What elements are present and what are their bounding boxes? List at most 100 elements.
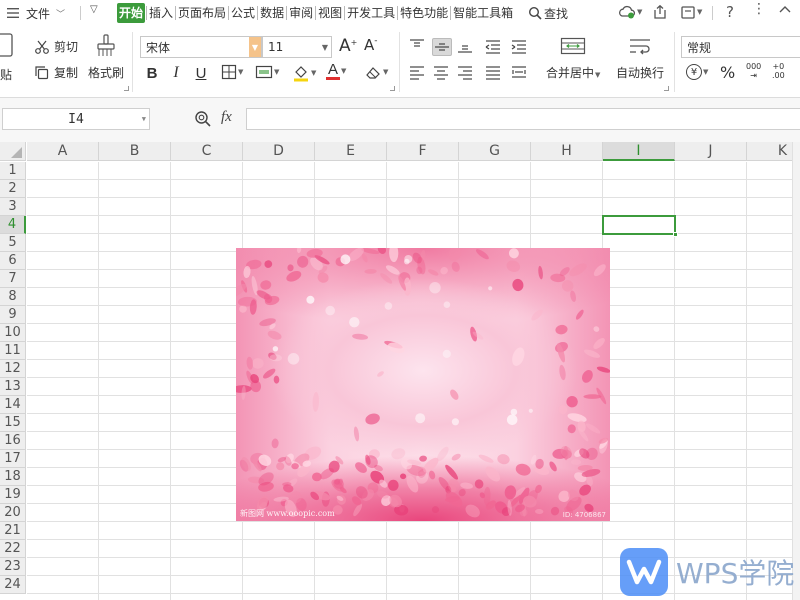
row-header-12[interactable]: 12 xyxy=(0,360,26,378)
row-header-22[interactable]: 22 xyxy=(0,540,26,558)
row-header-13[interactable]: 13 xyxy=(0,378,26,396)
collapse-ribbon-button[interactable] xyxy=(778,3,792,20)
column-header-a[interactable]: A xyxy=(27,142,99,161)
row-header-14[interactable]: 14 xyxy=(0,396,26,414)
row-header-4[interactable]: 4 xyxy=(0,216,26,234)
currency-button[interactable]: ¥ ▼ xyxy=(686,64,708,80)
vertical-scrollbar[interactable] xyxy=(792,142,800,600)
tab-9[interactable]: 智能工具箱 xyxy=(452,3,514,23)
tab-6[interactable]: 视图 xyxy=(317,3,343,23)
insert-function-button[interactable]: fx xyxy=(221,109,232,126)
active-cell[interactable] xyxy=(602,215,678,237)
row-header-1[interactable]: 1 xyxy=(0,162,26,180)
column-header-b[interactable]: B xyxy=(99,142,171,161)
clear-button[interactable]: ▼ xyxy=(364,64,388,80)
tab-0[interactable]: 开始 xyxy=(117,3,146,23)
zoom-formula-button[interactable] xyxy=(194,110,212,131)
help-button[interactable]: ? xyxy=(726,3,734,21)
column-header-j[interactable]: J xyxy=(675,142,747,161)
name-box[interactable]: I4 ▼ xyxy=(2,108,150,130)
number-format-select[interactable]: 常规 xyxy=(681,36,800,58)
fill-color-button[interactable]: ▼ xyxy=(292,64,316,82)
thousands-button[interactable]: 000 ⇥ xyxy=(746,62,761,80)
column-header-g[interactable]: G xyxy=(459,142,531,161)
row-header-20[interactable]: 20 xyxy=(0,504,26,522)
row-header-5[interactable]: 5 xyxy=(0,234,26,252)
formula-input[interactable] xyxy=(246,108,800,130)
percent-button[interactable]: % xyxy=(720,63,735,82)
indent-increase-button[interactable] xyxy=(510,38,528,54)
row-header-24[interactable]: 24 xyxy=(0,576,26,594)
dialog-launcher-icon[interactable] xyxy=(390,86,395,91)
chevron-down-icon[interactable]: ▼ xyxy=(142,115,146,123)
increase-font-button[interactable]: A + xyxy=(339,36,357,56)
row-header-2[interactable]: 2 xyxy=(0,180,26,198)
fill-handle[interactable] xyxy=(673,232,678,237)
column-header-c[interactable]: C xyxy=(171,142,243,161)
select-all-button[interactable] xyxy=(0,142,26,161)
bold-button[interactable]: B xyxy=(142,63,162,83)
file-menu-button[interactable]: 文件 ﹀ xyxy=(6,2,65,24)
merge-center-button[interactable]: 合并居中▼ xyxy=(546,36,600,81)
tab-2[interactable]: 页面布局 xyxy=(177,3,227,23)
share-button[interactable] xyxy=(652,4,668,23)
align-center-button[interactable] xyxy=(432,64,450,80)
border-button[interactable]: ▼ xyxy=(221,64,243,80)
format-painter-button[interactable]: 格式刷 xyxy=(88,34,124,81)
row-header-11[interactable]: 11 xyxy=(0,342,26,360)
align-bottom-button[interactable] xyxy=(456,38,474,54)
justify-button[interactable] xyxy=(484,64,502,80)
align-top-button[interactable] xyxy=(408,38,426,54)
column-header-d[interactable]: D xyxy=(243,142,315,161)
row-header-16[interactable]: 16 xyxy=(0,432,26,450)
dialog-launcher-icon[interactable] xyxy=(124,86,129,91)
align-middle-button[interactable] xyxy=(432,38,452,56)
tab-1[interactable]: 插入 xyxy=(148,3,174,23)
search-button[interactable]: 查找 xyxy=(528,2,568,24)
row-header-10[interactable]: 10 xyxy=(0,324,26,342)
font-size-select[interactable]: 11 ▼ xyxy=(262,36,332,58)
align-left-button[interactable] xyxy=(408,64,426,80)
cloud-sync-button[interactable]: ▼ xyxy=(618,4,642,20)
cell-style-button[interactable]: ▼ xyxy=(255,64,279,80)
font-color-button[interactable]: A ▼ xyxy=(326,62,346,80)
save-button[interactable]: ▼ xyxy=(680,4,702,20)
column-header-h[interactable]: H xyxy=(531,142,603,161)
more-button[interactable]: ⋮ xyxy=(752,1,766,17)
row-header-3[interactable]: 3 xyxy=(0,198,26,216)
decimal-increase-button[interactable]: +0 .00 xyxy=(772,62,785,80)
row-header-6[interactable]: 6 xyxy=(0,252,26,270)
cut-button[interactable]: 剪切 xyxy=(34,38,78,55)
tab-4[interactable]: 数据 xyxy=(259,3,285,23)
quick-access-dropdown[interactable]: ▽ xyxy=(90,4,98,15)
dialog-launcher-icon[interactable] xyxy=(664,86,669,91)
copy-button[interactable]: 复制 xyxy=(34,64,78,81)
inserted-picture[interactable]: 新图网 www.ooopic.com ID: 4706867 xyxy=(236,248,610,521)
column-header-e[interactable]: E xyxy=(315,142,387,161)
wrap-text-button[interactable]: 自动换行 xyxy=(616,36,664,81)
chevron-down-icon[interactable]: ▼ xyxy=(249,37,261,57)
row-header-19[interactable]: 19 xyxy=(0,486,26,504)
row-header-9[interactable]: 9 xyxy=(0,306,26,324)
row-header-18[interactable]: 18 xyxy=(0,468,26,486)
tab-7[interactable]: 开发工具 xyxy=(346,3,396,23)
tab-8[interactable]: 特色功能 xyxy=(399,3,449,23)
distribute-button[interactable] xyxy=(510,64,528,80)
row-header-23[interactable]: 23 xyxy=(0,558,26,576)
decrease-font-button[interactable]: A- xyxy=(364,36,378,54)
indent-decrease-button[interactable] xyxy=(484,38,502,54)
tab-5[interactable]: 审阅 xyxy=(288,3,314,23)
row-header-8[interactable]: 8 xyxy=(0,288,26,306)
row-header-15[interactable]: 15 xyxy=(0,414,26,432)
row-header-17[interactable]: 17 xyxy=(0,450,26,468)
column-header-i[interactable]: I xyxy=(603,142,675,161)
underline-button[interactable]: U xyxy=(191,63,211,83)
row-header-21[interactable]: 21 xyxy=(0,522,26,540)
italic-button[interactable]: I xyxy=(166,63,186,83)
row-header-7[interactable]: 7 xyxy=(0,270,26,288)
tab-3[interactable]: 公式 xyxy=(230,3,256,23)
align-right-button[interactable] xyxy=(456,64,474,80)
paste-button[interactable] xyxy=(0,32,14,62)
font-name-select[interactable]: 宋体 ▼ xyxy=(140,36,262,58)
column-header-f[interactable]: F xyxy=(387,142,459,161)
